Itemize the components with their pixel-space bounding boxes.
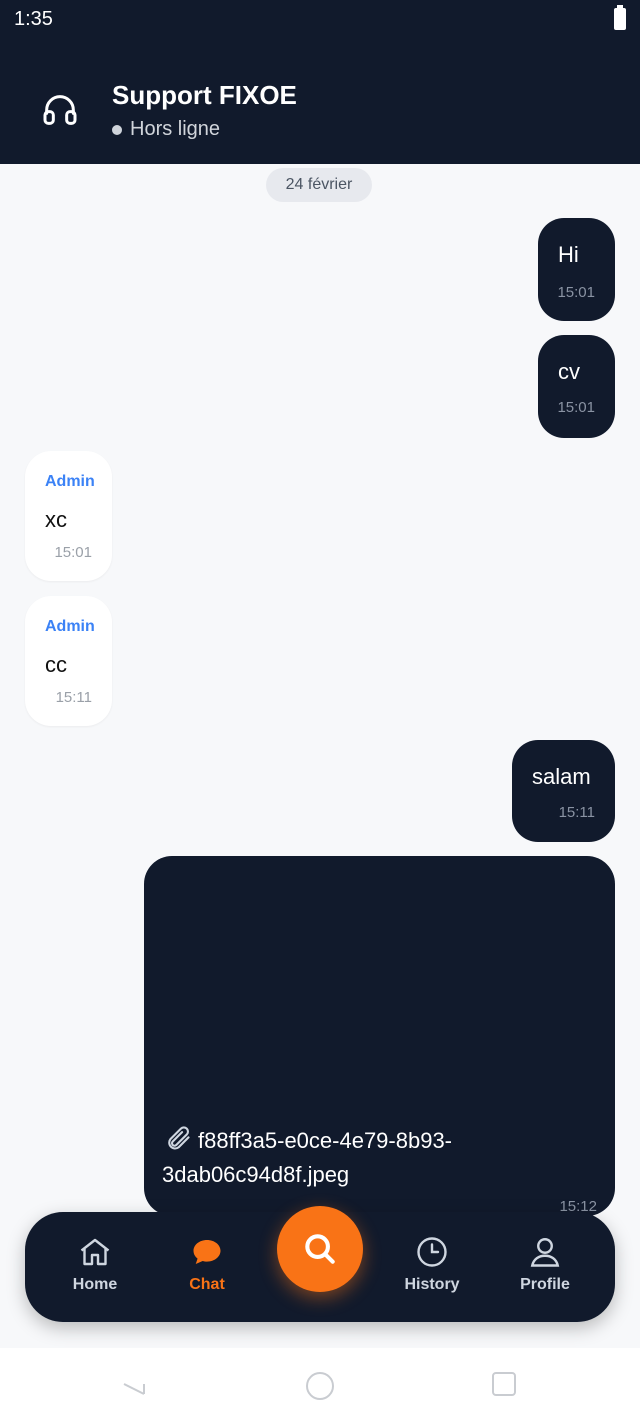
search-icon [305, 1234, 335, 1264]
message-text: cc [45, 652, 67, 677]
home-icon [80, 1238, 110, 1266]
nav-profile[interactable]: Profile [495, 1234, 595, 1294]
presence-label: Hors ligne [130, 118, 221, 140]
nav-home[interactable]: Home [45, 1234, 145, 1294]
message-bubble-outgoing[interactable]: cv 15:01 [538, 335, 615, 438]
bottom-navigation: Home Chat History Profile [25, 1206, 615, 1322]
status-dot [112, 124, 122, 135]
nav-history-label: History [404, 1276, 460, 1293]
status-bar: 1:35 [0, 0, 640, 40]
message-time: 15:11 [55, 689, 92, 706]
message-sender: Admin [45, 473, 95, 490]
user-icon [530, 1238, 560, 1267]
message-text: cv [558, 359, 580, 384]
system-navigation-bar [0, 1348, 640, 1422]
message-time: 15:11 [558, 804, 595, 821]
back-icon[interactable] [120, 1370, 148, 1398]
page-title: Support FIXOE [112, 80, 297, 110]
message-bubble-incoming[interactable]: Admin xc 15:01 [25, 451, 112, 581]
message-bubble-outgoing[interactable]: salam 15:11 [512, 740, 615, 842]
date-separator: 24 février [266, 168, 372, 202]
status-time: 1:35 [14, 8, 53, 30]
chat-header: Support FIXOE Hors ligne [0, 40, 640, 164]
message-time: 15:01 [557, 399, 595, 416]
message-bubble-incoming[interactable]: Admin cc 15:11 [25, 596, 112, 726]
message-sender: Admin [45, 618, 95, 635]
nav-history[interactable]: History [382, 1234, 482, 1294]
message-text: xc [45, 507, 67, 532]
clock-icon [417, 1237, 447, 1267]
file-message-bubble[interactable]: f88ff3a5-e0ce-4e79-8b93-3dab06c94d8f.jpe… [144, 856, 615, 1216]
nav-chat-label: Chat [189, 1276, 225, 1293]
message-time: 15:01 [557, 284, 595, 301]
message-text: Hi [558, 242, 579, 267]
attachment-filename[interactable]: f88ff3a5-e0ce-4e79-8b93-3dab06c94d8f.jpe… [162, 1124, 602, 1192]
message-list[interactable]: 24 février Hi 15:01 cv 15:01 Admin xc 15… [0, 164, 640, 1348]
search-button[interactable] [277, 1206, 363, 1292]
home-circle-icon[interactable] [306, 1372, 334, 1400]
message-text: salam [532, 764, 591, 789]
nav-chat[interactable]: Chat [157, 1234, 257, 1294]
nav-profile-label: Profile [520, 1276, 570, 1293]
message-time: 15:01 [54, 544, 92, 561]
recent-apps-icon[interactable] [492, 1372, 516, 1396]
presence-status: Hors ligne [112, 118, 220, 141]
battery-icon [614, 5, 626, 30]
chat-icon [193, 1240, 221, 1264]
headset-icon [43, 95, 77, 125]
nav-home-label: Home [72, 1276, 118, 1293]
message-bubble-outgoing[interactable]: Hi 15:01 [538, 218, 615, 321]
